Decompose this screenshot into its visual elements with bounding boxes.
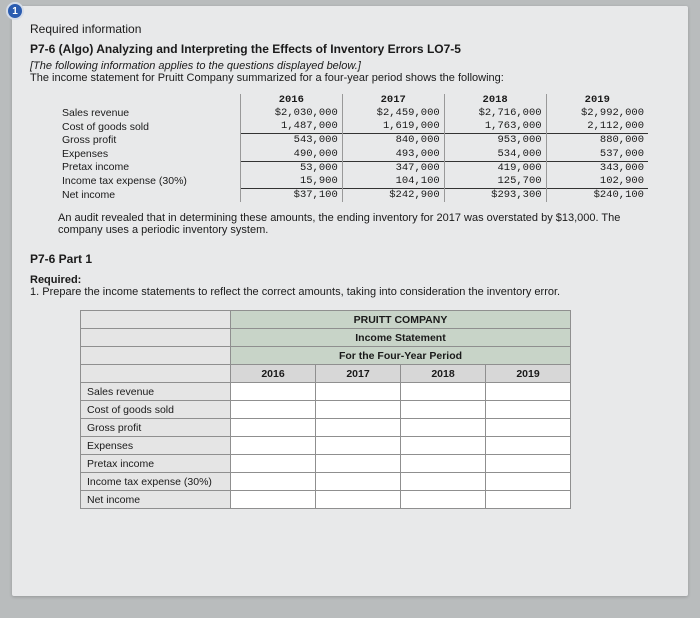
answer-input[interactable] xyxy=(316,473,401,491)
required-information-label: Required information xyxy=(30,22,670,36)
answer-input[interactable] xyxy=(231,455,316,473)
answer-input[interactable] xyxy=(231,491,316,509)
answer-input[interactable] xyxy=(401,401,486,419)
source-data-table: 2016 2017 2018 2019 Sales revenue $2,030… xyxy=(58,94,648,202)
cell: $240,100 xyxy=(546,188,648,202)
row-label: Cost of goods sold xyxy=(58,120,240,134)
answer-row: Cost of goods sold xyxy=(81,401,571,419)
step-badge: 1 xyxy=(6,2,24,20)
required-heading: Required: xyxy=(30,274,670,286)
cell: 15,900 xyxy=(240,175,342,189)
answer-table-wrap: PRUITT COMPANY Income Statement For the … xyxy=(80,310,670,509)
cell: 53,000 xyxy=(240,161,342,175)
cell: 1,487,000 xyxy=(240,120,342,134)
answer-input[interactable] xyxy=(316,401,401,419)
cell: 347,000 xyxy=(342,161,444,175)
answer-input[interactable] xyxy=(316,491,401,509)
answer-input[interactable] xyxy=(231,383,316,401)
row-label: Pretax income xyxy=(58,161,240,175)
answer-input[interactable] xyxy=(486,383,571,401)
answer-input[interactable] xyxy=(486,401,571,419)
cell: 102,900 xyxy=(546,175,648,189)
cell: $37,100 xyxy=(240,188,342,202)
answer-period: For the Four-Year Period xyxy=(231,347,571,365)
cell: $2,030,000 xyxy=(240,107,342,120)
cell: $242,900 xyxy=(342,188,444,202)
col-year: 2016 xyxy=(240,94,342,107)
cell: 537,000 xyxy=(546,148,648,162)
cell: $2,992,000 xyxy=(546,107,648,120)
answer-input[interactable] xyxy=(231,437,316,455)
answer-input[interactable] xyxy=(401,419,486,437)
col-year: 2019 xyxy=(546,94,648,107)
cell: 419,000 xyxy=(444,161,546,175)
row-label: Expenses xyxy=(58,148,240,162)
answer-row: Expenses xyxy=(81,437,571,455)
answer-company: PRUITT COMPANY xyxy=(231,311,571,329)
answer-input[interactable] xyxy=(486,491,571,509)
answer-input[interactable] xyxy=(401,437,486,455)
answer-input[interactable] xyxy=(486,419,571,437)
answer-year: 2019 xyxy=(486,365,571,383)
answer-table: PRUITT COMPANY Income Statement For the … xyxy=(80,310,571,509)
intro-plain: The income statement for Pruitt Company … xyxy=(30,72,670,84)
cell: 880,000 xyxy=(546,134,648,148)
answer-input[interactable] xyxy=(231,473,316,491)
row-label: Sales revenue xyxy=(58,107,240,120)
answer-row: Income tax expense (30%) xyxy=(81,473,571,491)
problem-title: P7-6 (Algo) Analyzing and Interpreting t… xyxy=(30,42,670,56)
cell: 953,000 xyxy=(444,134,546,148)
cell: 490,000 xyxy=(240,148,342,162)
cell: 343,000 xyxy=(546,161,648,175)
answer-input[interactable] xyxy=(316,455,401,473)
part-label: P7-6 Part 1 xyxy=(30,252,670,266)
answer-input[interactable] xyxy=(231,419,316,437)
cell: $293,300 xyxy=(444,188,546,202)
answer-input[interactable] xyxy=(401,383,486,401)
answer-row: Sales revenue xyxy=(81,383,571,401)
answer-row: Pretax income xyxy=(81,455,571,473)
row-label: Net income xyxy=(58,188,240,202)
answer-year: 2016 xyxy=(231,365,316,383)
cell: 543,000 xyxy=(240,134,342,148)
answer-input[interactable] xyxy=(486,473,571,491)
cell: 1,763,000 xyxy=(444,120,546,134)
cell: $2,459,000 xyxy=(342,107,444,120)
answer-input[interactable] xyxy=(401,491,486,509)
answer-input[interactable] xyxy=(316,437,401,455)
answer-year: 2018 xyxy=(401,365,486,383)
row-label: Gross profit xyxy=(58,134,240,148)
cell: 534,000 xyxy=(444,148,546,162)
answer-stmt: Income Statement xyxy=(231,329,571,347)
cell: 493,000 xyxy=(342,148,444,162)
answer-year: 2017 xyxy=(316,365,401,383)
answer-input[interactable] xyxy=(401,473,486,491)
page-card: Required information P7-6 (Algo) Analyzi… xyxy=(12,6,688,596)
audit-note: An audit revealed that in determining th… xyxy=(58,212,648,236)
row-label: Income tax expense (30%) xyxy=(58,175,240,189)
answer-input[interactable] xyxy=(486,437,571,455)
answer-row: Net income xyxy=(81,491,571,509)
cell: 2,112,000 xyxy=(546,120,648,134)
answer-input[interactable] xyxy=(486,455,571,473)
cell: 840,000 xyxy=(342,134,444,148)
intro-italic: [The following information applies to th… xyxy=(30,60,670,72)
cell: 125,700 xyxy=(444,175,546,189)
answer-input[interactable] xyxy=(231,401,316,419)
col-year: 2017 xyxy=(342,94,444,107)
answer-input[interactable] xyxy=(401,455,486,473)
col-year: 2018 xyxy=(444,94,546,107)
answer-input[interactable] xyxy=(316,383,401,401)
cell: 104,100 xyxy=(342,175,444,189)
cell: 1,619,000 xyxy=(342,120,444,134)
answer-row: Gross profit xyxy=(81,419,571,437)
answer-input[interactable] xyxy=(316,419,401,437)
cell: $2,716,000 xyxy=(444,107,546,120)
required-task: 1. Prepare the income statements to refl… xyxy=(30,286,670,298)
